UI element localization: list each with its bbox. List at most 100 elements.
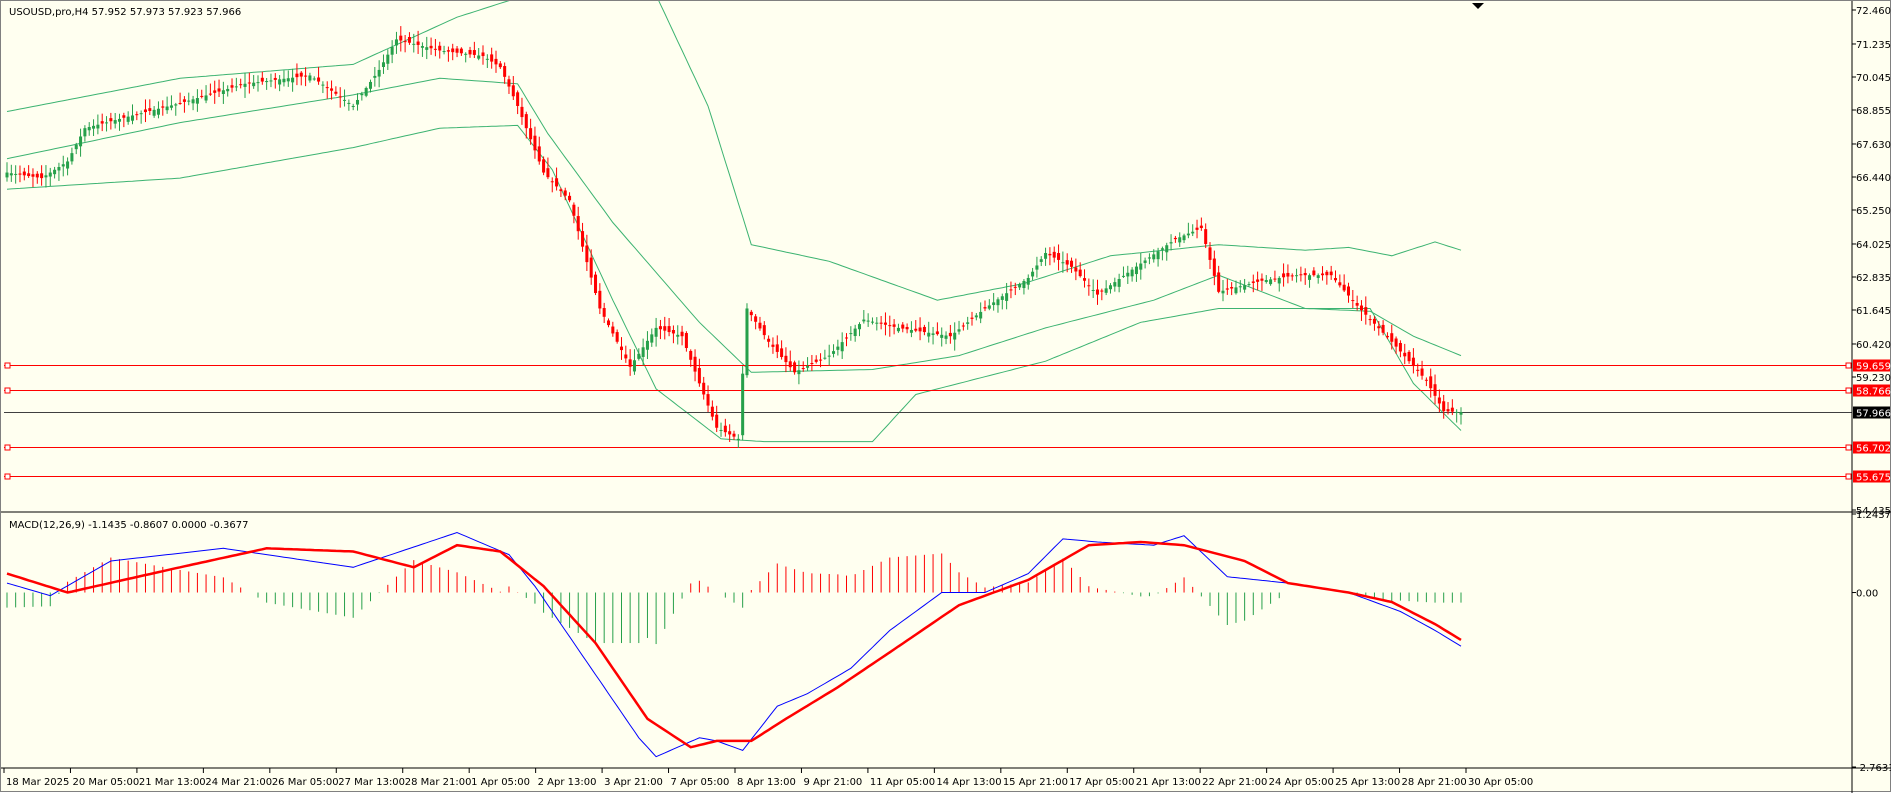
candle-body [126,116,130,122]
candle-body [325,87,329,89]
candle-239 [1039,256,1043,267]
candle-body [1299,274,1303,276]
candle-136 [594,271,598,296]
candle-48 [213,80,217,104]
candle-body [40,173,44,179]
candle-229 [996,297,1000,313]
candle-body [663,326,667,331]
candle-36 [161,100,165,116]
candle-body [304,75,308,77]
candle-body [1031,271,1035,277]
candle-250 [1087,278,1091,296]
candle-body [953,332,957,340]
candle-6 [31,168,35,188]
price-tick-label: 67.630 [1856,140,1891,151]
candle-74 [325,81,329,99]
candle-7 [35,171,39,184]
candle-189 [823,349,827,360]
candle-330 [1433,374,1437,405]
chart-window[interactable]: 59.659 58.766 56.702 55.675 57.966 72.460 71.… [0,0,1891,793]
candle-body [840,342,844,352]
time-tick-label: 24 Apr 05:00 [1269,777,1334,788]
price-tick-label: 60.420 [1856,340,1891,351]
candle-body [594,274,598,294]
candle-110 [481,45,485,65]
candle-310 [1346,282,1351,303]
candle-37 [165,96,169,114]
candle-130 [568,192,572,203]
candle-29 [130,104,135,125]
candle-35 [156,101,160,119]
candle-body [957,329,961,332]
candle-78 [343,89,347,107]
candle-body [109,118,113,122]
candle-253 [1100,288,1104,301]
candle-body [464,53,468,55]
candle-body [368,81,373,89]
candle-body [1338,282,1342,286]
candle-body [1316,275,1320,278]
candle-body [550,181,554,183]
candle-body [230,85,234,88]
tick-labels: 72.460 71.235 70.045 68.855 67.630 66.440 65.2… [3,6,1891,788]
candle-289 [1256,271,1260,291]
candle-44 [195,89,199,112]
candle-body [632,360,636,372]
candle-97 [425,36,429,60]
candle-301 [1308,273,1312,288]
candle-198 [862,310,866,324]
candle-325 [1411,348,1415,374]
candle-body [377,69,381,77]
candle-49 [217,79,221,98]
level-price-label: 59.659 [1856,362,1891,373]
candle-body [585,245,589,263]
candle-201 [875,317,879,331]
candle-body [1208,247,1212,260]
candle-65 [286,70,290,87]
candle-150 [654,317,658,347]
price-tick-label: 61.645 [1856,306,1891,317]
candle-270 [1173,235,1177,243]
shift-marker-icon[interactable] [1472,3,1484,11]
candle-203 [883,312,887,336]
candle-17 [79,128,83,157]
horizontal-levels[interactable]: 59.659 58.766 56.702 55.675 57.966 [4,359,1891,484]
price-chart-svg[interactable]: 59.659 58.766 56.702 55.675 57.966 72.460 71.… [1,1,1891,793]
candle-body [533,135,537,151]
candle-13 [61,155,65,177]
candle-259 [1126,265,1130,284]
candle-39 [174,102,178,116]
candle-body [896,327,900,332]
candle-72 [317,66,321,85]
candle-body [265,81,269,83]
candle-268 [1165,242,1169,261]
candle-body [1416,369,1420,371]
candle-138 [602,302,606,323]
candle-255 [1108,283,1112,294]
candle-314 [1364,296,1368,325]
candle-149 [650,328,654,347]
candle-280 [1217,265,1221,294]
candle-body [351,105,355,107]
candle-body [1424,379,1428,381]
candle-body [568,195,572,201]
candle-body [1044,252,1048,259]
candle-43 [191,95,195,111]
candle-body [1139,263,1143,270]
candle-body [347,102,351,104]
candle-300 [1303,268,1307,285]
candle-body [1234,287,1238,294]
candle-body [667,326,671,333]
candle-body [31,174,35,177]
candle-body [905,326,909,330]
candle-32 [143,99,147,123]
candle-26 [117,113,122,131]
candle-153 [667,318,671,337]
candle-89 [390,40,394,64]
time-tick-label: 14 Apr 13:00 [936,777,1001,788]
candle-45 [200,89,204,99]
candle-body [641,347,645,357]
candle-body [44,175,48,178]
symbol-info: USOUSD,pro,H4 57.952 57.973 57.923 57.96… [9,7,242,18]
candle-body [1022,281,1026,289]
